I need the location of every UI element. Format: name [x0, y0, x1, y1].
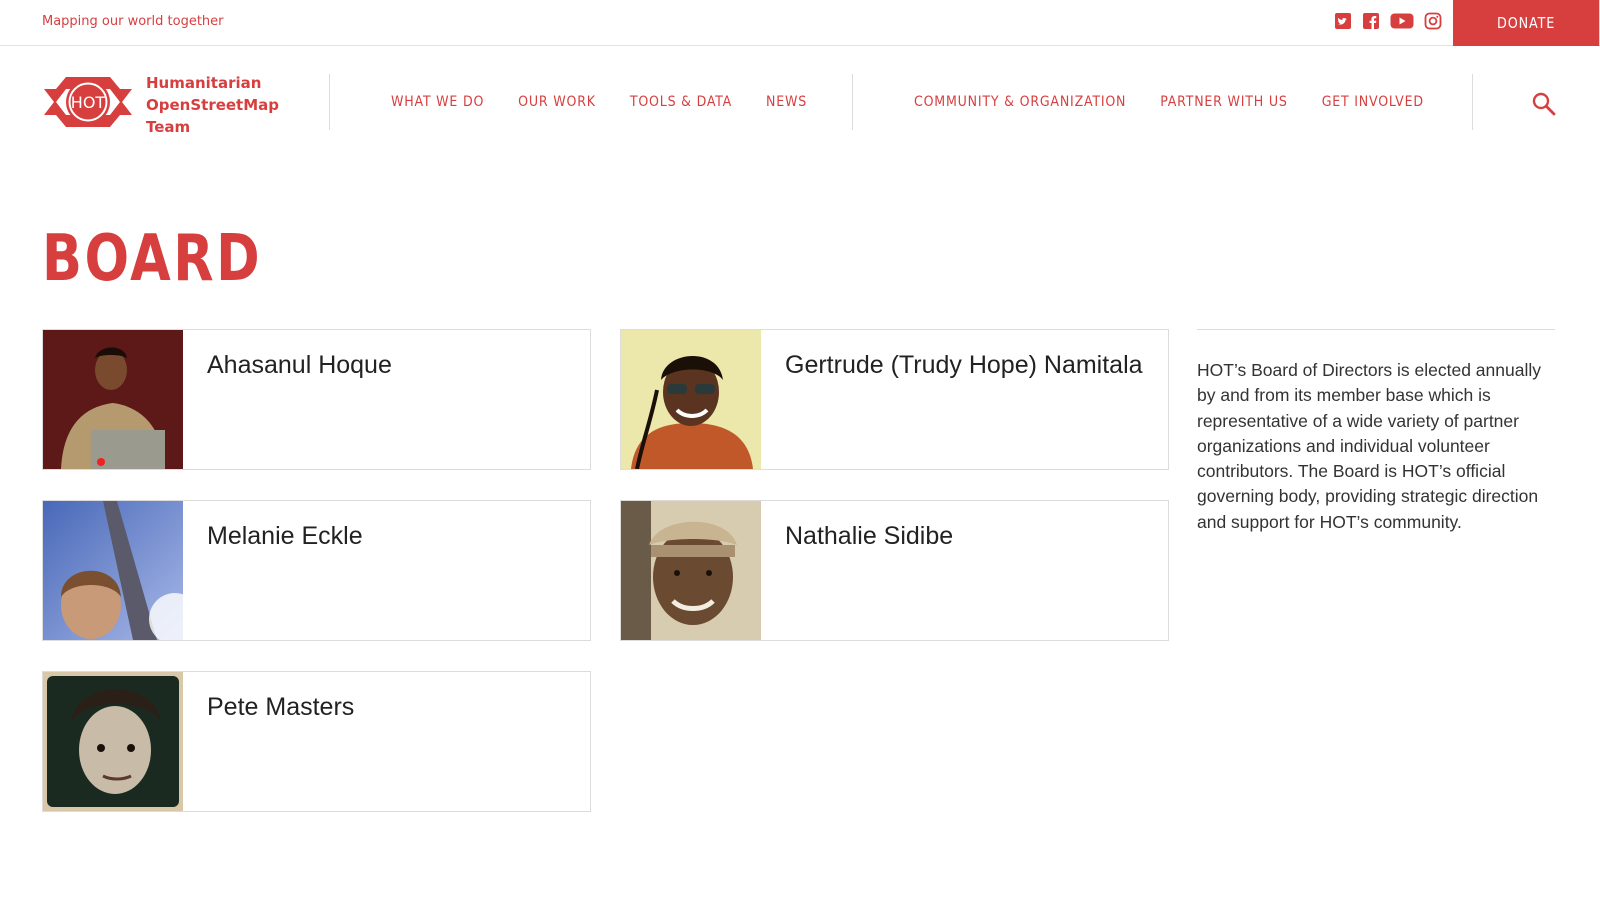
board-description: HOT’s Board of Directors is elected annu… [1197, 360, 1541, 532]
board-member-card[interactable]: Gertrude (Trudy Hope) Namitala [620, 329, 1169, 470]
main-header: HOT Humanitarian OpenStreetMap Team WHAT… [0, 46, 1600, 156]
member-photo [43, 672, 183, 811]
search-icon[interactable] [1531, 91, 1557, 117]
member-photo [43, 501, 183, 640]
brand-name-line: OpenStreetMap [146, 96, 280, 114]
donate-button[interactable]: DONATE [1453, 0, 1600, 46]
hot-logo[interactable]: HOT [42, 73, 134, 131]
secondary-nav: COMMUNITY & ORGANIZATION PARTNER WITH US… [914, 94, 1424, 110]
member-photo [43, 330, 183, 469]
nav-item-news[interactable]: NEWS [766, 94, 807, 110]
brand-name[interactable]: Humanitarian OpenStreetMap Team [146, 72, 279, 138]
brand-name-line: Team [146, 118, 191, 136]
top-bar: Mapping our world together DONATE [0, 0, 1600, 46]
sidebar-divider [1197, 329, 1555, 330]
board-member-card[interactable]: Ahasanul Hoque [42, 329, 591, 470]
nav-divider [329, 74, 330, 130]
board-member-card[interactable]: Melanie Eckle [42, 500, 591, 641]
member-name: Ahasanul Hoque [207, 351, 392, 379]
nav-divider [1472, 74, 1473, 130]
nav-divider [852, 74, 853, 130]
twitter-icon[interactable] [1334, 12, 1352, 30]
youtube-icon[interactable] [1390, 12, 1414, 30]
facebook-icon[interactable] [1362, 12, 1380, 30]
member-name: Gertrude (Trudy Hope) Namitala [785, 351, 1143, 379]
board-member-card[interactable]: Pete Masters [42, 671, 591, 812]
nav-item-partner-with-us[interactable]: PARTNER WITH US [1160, 94, 1287, 110]
member-name: Pete Masters [207, 693, 355, 721]
brand-name-line: Humanitarian [146, 74, 262, 92]
nav-item-our-work[interactable]: OUR WORK [518, 94, 596, 110]
nav-item-get-involved[interactable]: GET INVOLVED [1322, 94, 1424, 110]
social-links [1334, 12, 1442, 30]
page-title: BOARD [42, 222, 263, 296]
member-name: Nathalie Sidibe [785, 522, 954, 550]
member-name: Melanie Eckle [207, 522, 363, 550]
member-photo [621, 330, 761, 469]
logo-text: HOT [71, 93, 106, 112]
nav-item-what-we-do[interactable]: WHAT WE DO [391, 94, 484, 110]
nav-item-tools-data[interactable]: TOOLS & DATA [630, 94, 732, 110]
member-photo [621, 501, 761, 640]
instagram-icon[interactable] [1424, 12, 1442, 30]
tagline: Mapping our world together [42, 14, 224, 29]
board-member-card[interactable]: Nathalie Sidibe [620, 500, 1169, 641]
primary-nav: WHAT WE DO OUR WORK TOOLS & DATA NEWS [391, 94, 807, 110]
nav-item-community-organization[interactable]: COMMUNITY & ORGANIZATION [914, 94, 1126, 110]
